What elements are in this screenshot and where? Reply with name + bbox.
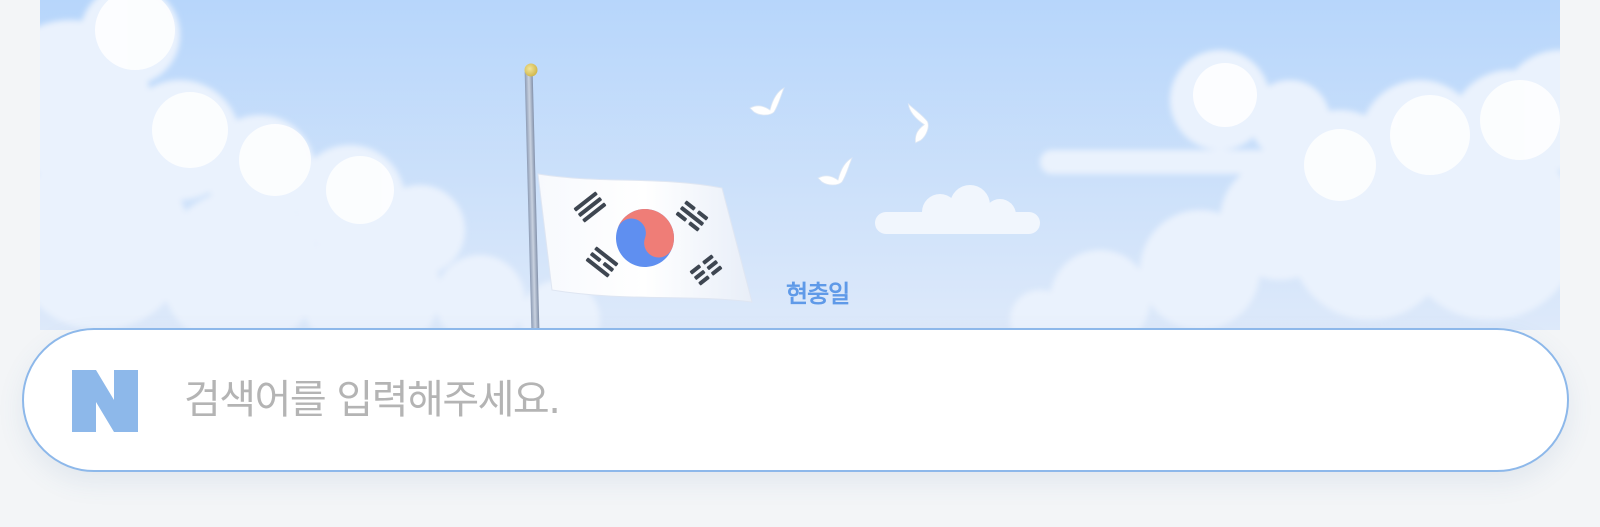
- taegukgi-flag: [537, 173, 753, 303]
- pole-finial: [524, 63, 538, 77]
- page: 현충일: [0, 0, 1600, 527]
- doodle-caption[interactable]: 현충일: [786, 274, 850, 309]
- search-input[interactable]: [184, 360, 1504, 440]
- naver-logo-icon[interactable]: [72, 370, 138, 432]
- search-bar: [22, 328, 1569, 472]
